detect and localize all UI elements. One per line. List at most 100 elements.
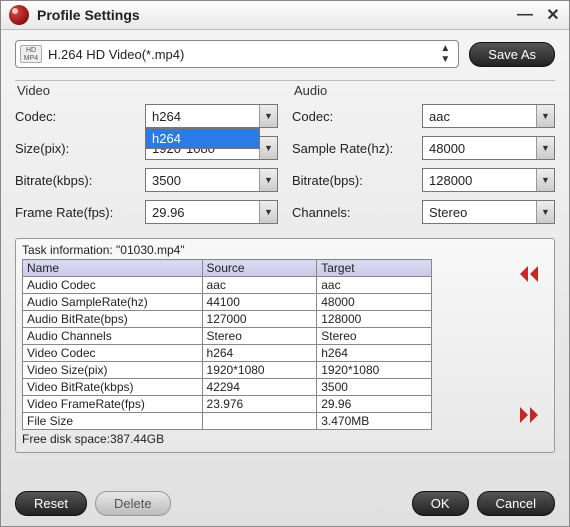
task-nav: [514, 243, 548, 446]
cell-name: Video FrameRate(fps): [23, 396, 203, 413]
task-table: Name Source Target Audio CodecaacaacAudi…: [22, 259, 432, 430]
profile-name: H.264 HD Video(*.mp4): [48, 47, 436, 62]
cell-source: 23.976: [202, 396, 317, 413]
video-framerate-combo[interactable]: 29.96 ▼: [145, 200, 278, 224]
video-framerate-value: 29.96: [146, 205, 259, 220]
video-codec-field: Codec: h264 ▼ h264: [15, 104, 278, 128]
cell-target: 3500: [317, 379, 432, 396]
cell-source: 127000: [202, 311, 317, 328]
titlebar: Profile Settings — ✕: [1, 1, 569, 30]
video-bitrate-value: 3500: [146, 173, 259, 188]
audio-codec-combo[interactable]: aac ▼: [422, 104, 555, 128]
window-title: Profile Settings: [37, 7, 505, 23]
video-framerate-label: Frame Rate(fps):: [15, 205, 145, 220]
video-column: Video Codec: h264 ▼ h264 Size(pix): 1920…: [15, 81, 278, 232]
cell-name: Audio Codec: [23, 277, 203, 294]
audio-bitrate-combo[interactable]: 128000 ▼: [422, 168, 555, 192]
free-disk-space: Free disk space:387.44GB: [22, 432, 506, 446]
audio-samplerate-label: Sample Rate(hz):: [292, 141, 422, 156]
next-task-button[interactable]: [514, 404, 544, 426]
double-right-icon: [518, 407, 540, 423]
cell-source: 44100: [202, 294, 317, 311]
cell-source: Stereo: [202, 328, 317, 345]
col-source: Source: [202, 260, 317, 277]
cell-name: File Size: [23, 413, 203, 430]
col-target: Target: [317, 260, 432, 277]
audio-channels-field: Channels: Stereo ▼: [292, 200, 555, 224]
task-header: Task information: "01030.mp4": [22, 243, 506, 257]
footer: Reset Delete OK Cancel: [1, 479, 569, 526]
cell-source: [202, 413, 317, 430]
task-inner: Task information: "01030.mp4" Name Sourc…: [22, 243, 506, 446]
audio-samplerate-field: Sample Rate(hz): 48000 ▼: [292, 136, 555, 160]
cancel-button[interactable]: Cancel: [477, 491, 555, 516]
video-codec-combo[interactable]: h264 ▼: [145, 104, 278, 128]
settings-columns: Video Codec: h264 ▼ h264 Size(pix): 1920…: [1, 81, 569, 232]
profile-select[interactable]: HD MP4 H.264 HD Video(*.mp4) ▲▼: [15, 40, 459, 68]
table-row: Audio Codecaacaac: [23, 277, 432, 294]
table-row: File Size 3.470MB: [23, 413, 432, 430]
table-row: Audio ChannelsStereoStereo: [23, 328, 432, 345]
video-bitrate-label: Bitrate(kbps):: [15, 173, 145, 188]
audio-bitrate-value: 128000: [423, 173, 536, 188]
cell-name: Audio BitRate(bps): [23, 311, 203, 328]
minimize-button[interactable]: —: [517, 6, 533, 24]
cell-target: 128000: [317, 311, 432, 328]
audio-samplerate-combo[interactable]: 48000 ▼: [422, 136, 555, 160]
cell-source: 42294: [202, 379, 317, 396]
audio-channels-value: Stereo: [423, 205, 536, 220]
cell-target: h264: [317, 345, 432, 362]
audio-bitrate-label: Bitrate(bps):: [292, 173, 422, 188]
video-section-label: Video: [17, 83, 278, 98]
cell-target: 29.96: [317, 396, 432, 413]
chevron-down-icon: ▼: [536, 105, 554, 127]
double-left-icon: [518, 266, 540, 282]
audio-channels-combo[interactable]: Stereo ▼: [422, 200, 555, 224]
audio-channels-label: Channels:: [292, 205, 422, 220]
audio-codec-field: Codec: aac ▼: [292, 104, 555, 128]
table-row: Audio SampleRate(hz)4410048000: [23, 294, 432, 311]
audio-bitrate-field: Bitrate(bps): 128000 ▼: [292, 168, 555, 192]
delete-button[interactable]: Delete: [95, 491, 171, 516]
cell-name: Video Size(pix): [23, 362, 203, 379]
video-codec-label: Codec:: [15, 109, 145, 124]
video-codec-dropdown[interactable]: h264: [145, 128, 260, 149]
reset-button[interactable]: Reset: [15, 491, 87, 516]
cell-name: Audio Channels: [23, 328, 203, 345]
task-panel: Task information: "01030.mp4" Name Sourc…: [15, 238, 555, 453]
chevron-down-icon: ▼: [259, 105, 277, 127]
prev-task-button[interactable]: [514, 263, 544, 285]
app-icon: [9, 5, 29, 25]
video-bitrate-combo[interactable]: 3500 ▼: [145, 168, 278, 192]
cell-name: Video BitRate(kbps): [23, 379, 203, 396]
close-button[interactable]: ✕: [545, 5, 561, 25]
ok-button[interactable]: OK: [412, 491, 469, 516]
footer-spacer: [179, 491, 404, 516]
save-as-button[interactable]: Save As: [469, 42, 555, 67]
chevron-down-icon: ▼: [536, 137, 554, 159]
video-size-label: Size(pix):: [15, 141, 145, 156]
cell-target: Stereo: [317, 328, 432, 345]
cell-target: aac: [317, 277, 432, 294]
video-bitrate-field: Bitrate(kbps): 3500 ▼: [15, 168, 278, 192]
video-codec-option[interactable]: h264: [146, 129, 259, 148]
chevron-down-icon: ▼: [536, 201, 554, 223]
cell-source: h264: [202, 345, 317, 362]
audio-samplerate-value: 48000: [423, 141, 536, 156]
col-name: Name: [23, 260, 203, 277]
cell-source: aac: [202, 277, 317, 294]
chevron-down-icon: ▼: [259, 137, 277, 159]
cell-target: 3.470MB: [317, 413, 432, 430]
video-framerate-field: Frame Rate(fps): 29.96 ▼: [15, 200, 278, 224]
video-codec-value: h264: [146, 109, 259, 124]
table-row: Video Size(pix)1920*10801920*1080: [23, 362, 432, 379]
audio-codec-value: aac: [423, 109, 536, 124]
audio-section-label: Audio: [294, 83, 555, 98]
chevron-down-icon: ▼: [259, 169, 277, 191]
cell-source: 1920*1080: [202, 362, 317, 379]
cell-name: Audio SampleRate(hz): [23, 294, 203, 311]
chevron-down-icon: ▼: [259, 201, 277, 223]
chevron-down-icon: ▼: [536, 169, 554, 191]
profile-format-icon: HD MP4: [20, 45, 42, 63]
table-row: Video BitRate(kbps)422943500: [23, 379, 432, 396]
